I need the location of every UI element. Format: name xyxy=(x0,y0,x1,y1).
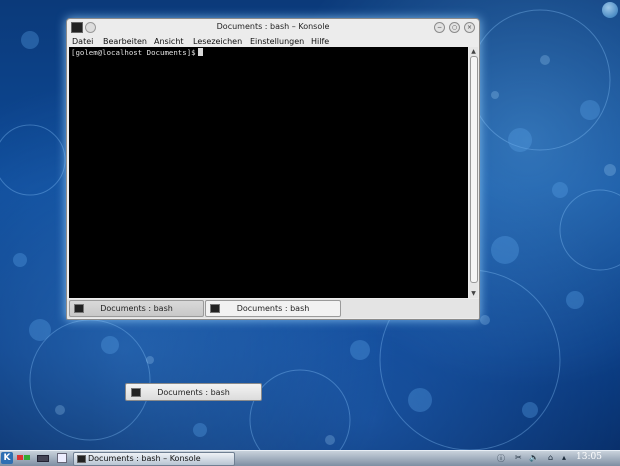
terminal-prompt: [golem@localhost Documents]$ xyxy=(71,48,203,57)
pager-desktop-2[interactable] xyxy=(24,455,30,460)
tab-label: Documents : bash xyxy=(236,304,310,313)
konsole-window: Documents : bash – Konsole − ○ × Datei B… xyxy=(66,18,480,320)
taskbar-panel: K Documents : bash – Konsole ⓘ ✂ 🔊 ⌂ ▴ 1… xyxy=(0,450,620,466)
terminal-cursor xyxy=(197,48,203,56)
close-button[interactable]: × xyxy=(464,22,475,33)
pager-desktop-1[interactable] xyxy=(17,455,23,460)
scroll-up-arrow-icon[interactable]: ▲ xyxy=(469,47,478,56)
preview-label: Documents : bash xyxy=(157,388,230,397)
tab-bar: Documents : bash Documents : bash xyxy=(67,299,479,318)
tab-documents-bash-2[interactable]: Documents : bash xyxy=(205,300,341,317)
vertical-scrollbar[interactable]: ▲ ▼ xyxy=(469,47,478,298)
menu-datei[interactable]: Datei xyxy=(72,37,93,46)
tab-documents-bash-1[interactable]: Documents : bash xyxy=(69,300,204,317)
menu-hilfe[interactable]: Hilfe xyxy=(311,37,329,46)
desktop-toolbox-icon[interactable] xyxy=(602,2,618,18)
scissors-icon[interactable]: ✂ xyxy=(515,453,522,462)
info-icon[interactable]: ⓘ xyxy=(497,453,505,464)
menu-ansicht[interactable]: Ansicht xyxy=(154,37,184,46)
terminal-area[interactable]: [golem@localhost Documents]$ xyxy=(69,47,468,298)
clock[interactable]: 13:05 xyxy=(576,452,602,462)
terminal-icon xyxy=(77,455,86,463)
minimize-button[interactable]: − xyxy=(434,22,445,33)
prompt-text: [golem@localhost Documents]$ xyxy=(71,48,196,57)
maximize-button[interactable]: ○ xyxy=(449,22,460,33)
menu-lesezeichen[interactable]: Lesezeichen xyxy=(193,37,242,46)
network-icon[interactable]: ⌂ xyxy=(548,453,553,462)
kde-kmenu-icon[interactable]: K xyxy=(1,452,13,464)
taskbar-task-konsole[interactable]: Documents : bash – Konsole xyxy=(73,452,235,466)
scrollbar-thumb[interactable] xyxy=(470,56,478,283)
tab-label: Documents : bash xyxy=(100,304,173,313)
task-label: Documents : bash – Konsole xyxy=(88,454,201,463)
scroll-down-arrow-icon[interactable]: ▼ xyxy=(469,289,478,298)
drag-preview-tab: Documents : bash xyxy=(125,383,262,401)
document-icon[interactable] xyxy=(57,453,67,463)
window-title: Documents : bash – Konsole xyxy=(216,22,330,31)
volume-icon[interactable]: 🔊 xyxy=(529,453,539,462)
arrow-up-icon[interactable]: ▴ xyxy=(562,453,566,462)
menu-einstellungen[interactable]: Einstellungen xyxy=(250,37,304,46)
menu-bearbeiten[interactable]: Bearbeiten xyxy=(103,37,147,46)
show-desktop-icon[interactable] xyxy=(37,455,49,462)
window-titlebar[interactable]: Documents : bash – Konsole − ○ × xyxy=(67,19,479,35)
